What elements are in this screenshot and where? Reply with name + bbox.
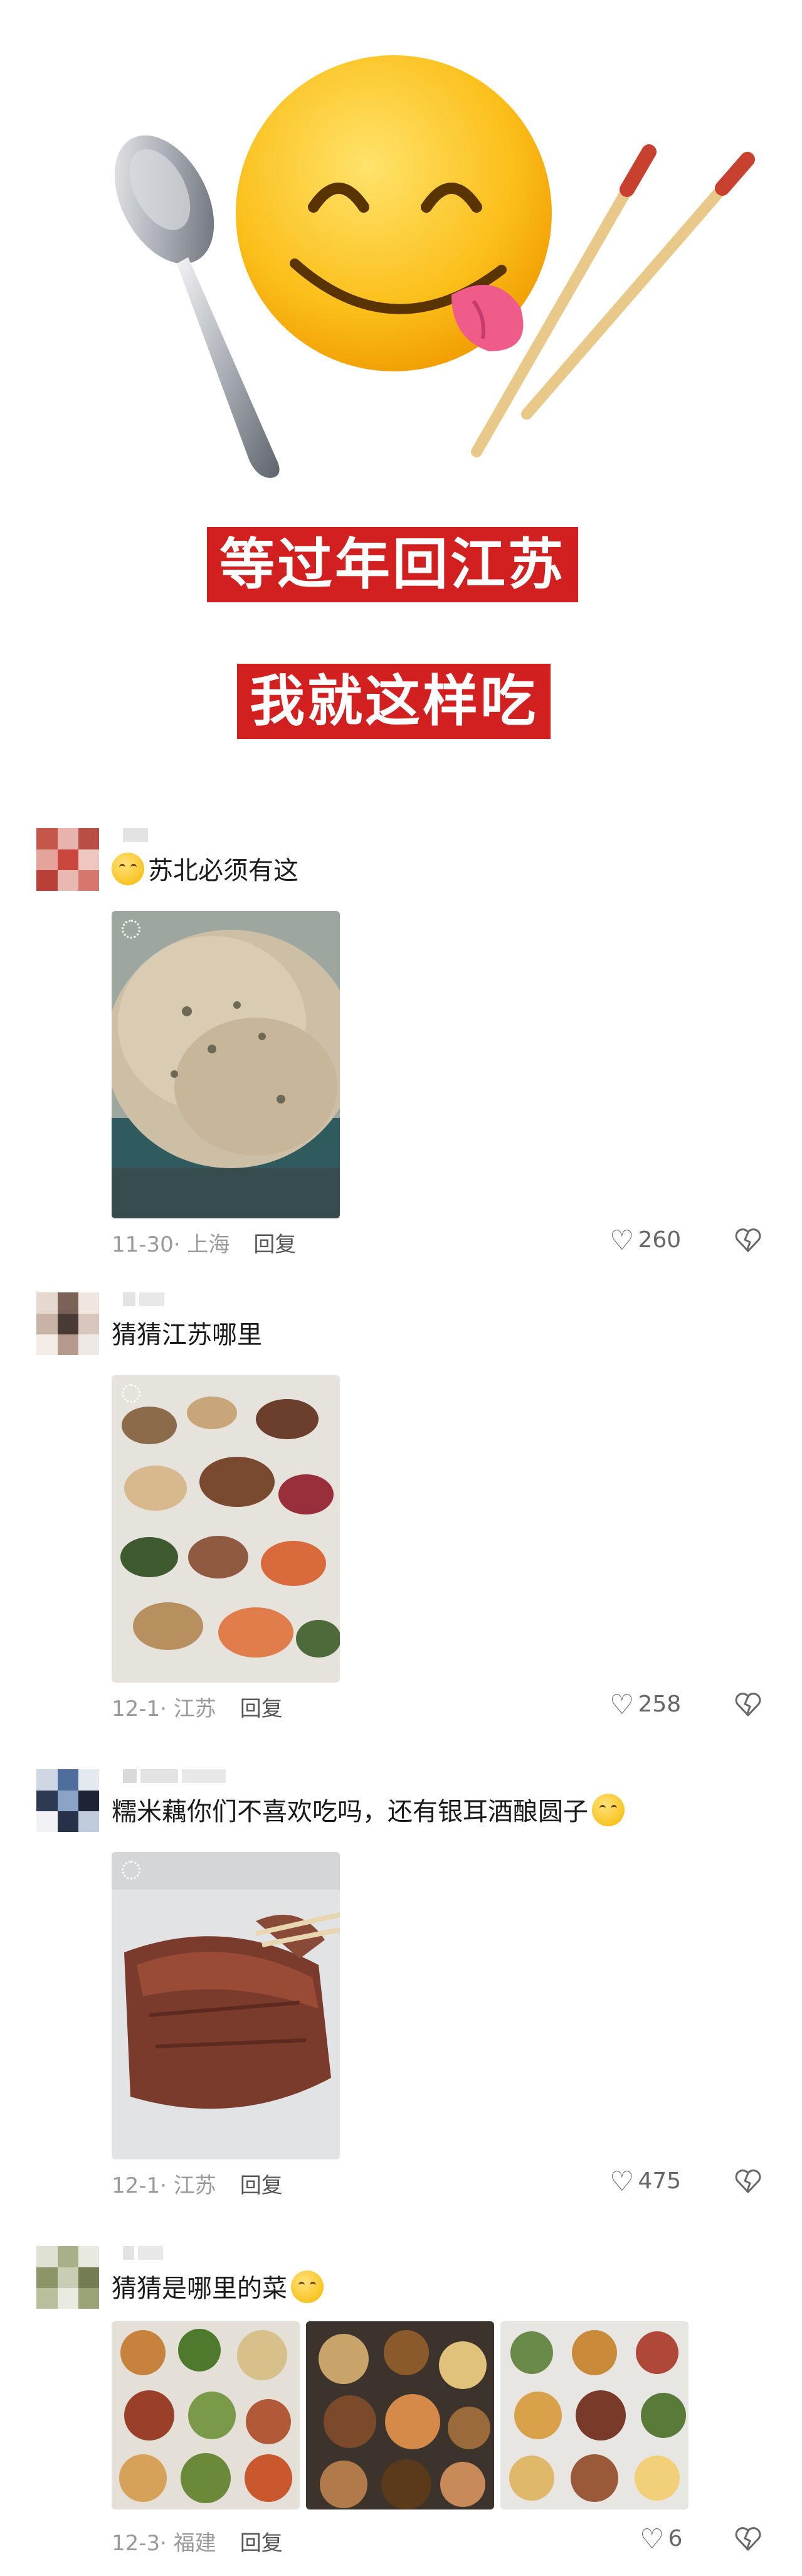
comment-image[interactable] <box>112 1375 340 1683</box>
live-photo-icon <box>122 1861 140 1880</box>
smirk-emoji-icon <box>112 853 144 885</box>
comment-image[interactable] <box>112 1852 340 2159</box>
heart-outline-icon: ♡ <box>609 1689 635 1721</box>
comment-meta: 12-3· 福建 回复 <box>112 2531 283 2556</box>
heart-outline-icon: ♡ <box>609 1225 635 1257</box>
reply-button[interactable]: 回复 <box>240 2173 283 2198</box>
lotus-root-photo <box>112 1852 340 2159</box>
comment-item: 糯米藕你们不喜欢吃吗，还有银耳酒酿圆子 12-1· 江苏 回复 ♡ 475 <box>0 1769 802 2208</box>
like-button[interactable]: ♡ 258 <box>609 1689 681 1721</box>
comment-image-2[interactable] <box>306 2321 494 2509</box>
comment-item: 猜猜是哪里的菜 12-3· 福建 回复 ♡ 6 <box>0 2246 802 2576</box>
flatbread-photo <box>112 911 340 1218</box>
hero-title-line1: 等过年回江苏 <box>207 527 579 602</box>
live-photo-icon <box>122 920 140 939</box>
avatar[interactable] <box>36 1769 99 1832</box>
yum-emoji-icon <box>592 1794 625 1826</box>
comment-text: 苏北必须有这 <box>112 852 298 890</box>
dishes-photo <box>112 2321 300 2509</box>
dishes-photo <box>306 2321 494 2509</box>
comment-image[interactable] <box>112 911 340 1218</box>
comment-image-1[interactable] <box>112 2321 300 2509</box>
live-photo-icon <box>122 1384 140 1403</box>
broken-heart-icon[interactable] <box>734 1226 762 1255</box>
banquet-table-photo <box>112 1375 340 1683</box>
heart-outline-icon: ♡ <box>609 2166 635 2198</box>
username[interactable] <box>123 828 152 842</box>
hero-title-line2: 我就这样吃 <box>237 664 551 739</box>
yum-face-icon <box>236 55 552 371</box>
like-button[interactable]: ♡ 6 <box>640 2523 682 2555</box>
like-button[interactable]: ♡ 260 <box>609 1225 681 1257</box>
comment-image-3[interactable] <box>500 2321 689 2509</box>
reply-button[interactable]: 回复 <box>253 1232 296 1257</box>
reply-button[interactable]: 回复 <box>240 2531 283 2556</box>
comment-text: 猜猜是哪里的菜 <box>112 2270 324 2307</box>
emoji-illustration <box>114 55 755 478</box>
broken-heart-icon[interactable] <box>734 2525 762 2553</box>
avatar[interactable] <box>36 2246 99 2309</box>
username[interactable] <box>123 1292 168 1306</box>
comment-meta: 12-1· 江苏 回复 <box>112 1696 283 1722</box>
broken-heart-icon[interactable] <box>734 2167 762 2196</box>
comment-meta: 12-1· 江苏 回复 <box>112 2173 283 2198</box>
heart-outline-icon: ♡ <box>640 2523 665 2555</box>
like-button[interactable]: ♡ 475 <box>609 2166 681 2198</box>
username[interactable] <box>123 1769 230 1783</box>
comment-item: 猜猜江苏哪里 12-1· 江苏 回复 ♡ 258 <box>0 1292 802 1732</box>
comment-text: 糯米藕你们不喜欢吃吗，还有银耳酒酿圆子 <box>112 1793 625 1831</box>
hero-banner: 等过年回江苏 我就这样吃 <box>0 0 802 790</box>
username[interactable] <box>123 2246 167 2260</box>
broken-heart-icon[interactable] <box>734 1690 762 1719</box>
comment-item: 苏北必须有这 11-30· 上海 回复 ♡ 260 <box>0 828 802 1267</box>
comment-meta: 11-30· 上海 回复 <box>112 1232 297 1257</box>
avatar[interactable] <box>36 1292 99 1355</box>
comment-text: 猜猜江苏哪里 <box>112 1321 262 1349</box>
dishes-photo <box>500 2321 689 2509</box>
smile-emoji-icon <box>291 2270 324 2303</box>
reply-button[interactable]: 回复 <box>240 1696 283 1722</box>
avatar[interactable] <box>36 828 99 891</box>
